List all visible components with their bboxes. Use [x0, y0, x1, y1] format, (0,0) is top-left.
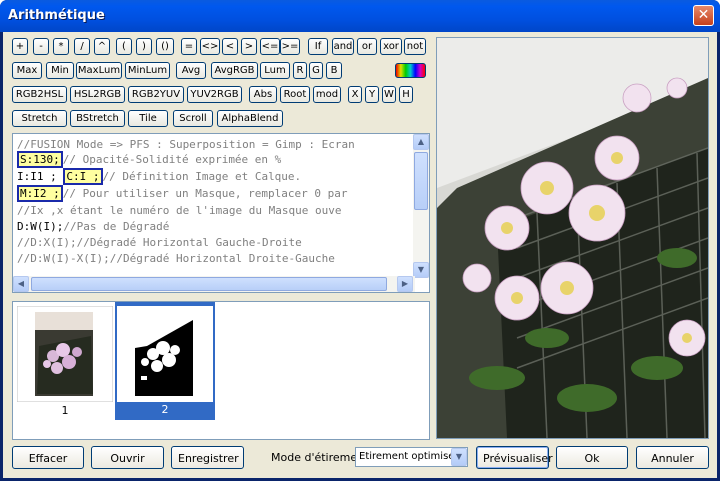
op-if-button[interactable]: If — [308, 38, 328, 55]
preview-image — [436, 37, 709, 439]
thumbnail-label: 1 — [61, 404, 69, 417]
fn-x-button[interactable]: X — [348, 86, 362, 103]
scroll-up-icon[interactable]: ▲ — [413, 134, 429, 150]
fn-r-button[interactable]: R — [293, 62, 307, 79]
code-comment: // Pour utiliser un Masque, remplacer 0 … — [62, 187, 348, 200]
chevron-down-icon[interactable]: ▼ — [451, 448, 467, 466]
code-line: //FUSION Mode => PFS : Superposition = G… — [17, 138, 355, 151]
close-button[interactable]: ✕ — [693, 5, 714, 26]
image-thumbnail-2[interactable]: 2 — [115, 302, 215, 420]
fn-w-button[interactable]: W — [382, 86, 396, 103]
op-or-button[interactable]: or — [357, 38, 377, 55]
fn-max-button[interactable]: Max — [12, 62, 42, 79]
op-greater-button[interactable]: > — [241, 38, 257, 55]
code-line: //Ix ,x étant le numéro de l'image du Ma… — [17, 204, 342, 217]
thumbnail-image — [16, 305, 114, 403]
scroll-right-icon[interactable]: ▶ — [397, 276, 413, 292]
code-line: I:I1 ; C:I ;// Définition Image et Calqu… — [17, 168, 302, 185]
dialog-window: Arithmétique ✕ + - * / ^ ( ) () = <> < >… — [0, 0, 720, 481]
fn-min-button[interactable]: Min — [46, 62, 74, 79]
image-list: 1 2 — [12, 301, 430, 440]
op-equal-button[interactable]: = — [181, 38, 197, 55]
op-parens-button[interactable]: () — [156, 38, 174, 55]
op-less-equal-button[interactable]: <= — [260, 38, 280, 55]
mask-token: M:I2 ; — [17, 185, 63, 202]
cancel-button[interactable]: Annuler — [636, 446, 709, 469]
op-power-button[interactable]: ^ — [94, 38, 110, 55]
clear-button[interactable]: Effacer — [12, 446, 84, 469]
fn-rgb2yuv-button[interactable]: RGB2YUV — [128, 86, 184, 103]
fn-rgb2hsl-button[interactable]: RGB2HSL — [12, 86, 67, 103]
gradient-token: D:W(I); — [17, 220, 64, 233]
fn-stretch-button[interactable]: Stretch — [12, 110, 67, 127]
fn-alphablend-button[interactable]: AlphaBlend — [217, 110, 283, 127]
opacity-token: S:130; — [17, 151, 63, 168]
vertical-scroll-thumb[interactable] — [414, 152, 428, 210]
dialog-client: + - * / ^ ( ) () = <> < > <= >= If and o… — [3, 32, 717, 478]
fn-mod-button[interactable]: mod — [313, 86, 341, 103]
fn-yuv2rgb-button[interactable]: YUV2RGB — [187, 86, 242, 103]
op-close-paren-button[interactable]: ) — [136, 38, 152, 55]
fn-g-button[interactable]: G — [309, 62, 323, 79]
op-not-equal-button[interactable]: <> — [200, 38, 220, 55]
stretch-mode-label: Mode d'étirement — [271, 451, 369, 464]
op-less-button[interactable]: < — [222, 38, 238, 55]
fn-lum-button[interactable]: Lum — [260, 62, 290, 79]
fn-root-button[interactable]: Root — [280, 86, 310, 103]
code-line: //D:W(I)-X(I);//Dégradé Horizontal Droit… — [17, 252, 335, 265]
op-and-button[interactable]: and — [332, 38, 354, 55]
thumbnail-mask-image — [117, 306, 213, 402]
fn-maxlum-button[interactable]: MaxLum — [76, 62, 122, 79]
editor-horizontal-scrollbar[interactable]: ◀ ▶ — [13, 276, 415, 292]
fn-scroll-button[interactable]: Scroll — [173, 110, 213, 127]
title-bar[interactable]: Arithmétique ✕ — [0, 0, 720, 32]
code-line: M:I2 ;// Pour utiliser un Masque, rempla… — [17, 185, 348, 202]
code-comment: // Définition Image et Calque. — [102, 170, 302, 183]
code-line: D:W(I);//Pas de Dégradé — [17, 219, 169, 234]
stretch-mode-select[interactable]: Etirement optimisé ▼ — [355, 447, 468, 467]
op-plus-button[interactable]: + — [12, 38, 28, 55]
op-not-button[interactable]: not — [404, 38, 426, 55]
op-divide-button[interactable]: / — [74, 38, 90, 55]
code-comment: // Opacité-Solidité exprimée en % — [62, 153, 282, 166]
stretch-mode-value: Etirement optimisé — [359, 451, 455, 462]
op-minus-button[interactable]: - — [33, 38, 49, 55]
close-icon: ✕ — [697, 7, 710, 23]
fn-abs-button[interactable]: Abs — [249, 86, 277, 103]
fn-minlum-button[interactable]: MinLum — [125, 62, 170, 79]
op-xor-button[interactable]: xor — [380, 38, 402, 55]
open-button[interactable]: Ouvrir — [91, 446, 164, 469]
formula-editor[interactable]: //FUSION Mode => PFS : Superposition = G… — [12, 133, 430, 293]
scroll-down-icon[interactable]: ▼ — [413, 262, 429, 278]
preview-button[interactable]: Prévisualiser — [476, 446, 553, 469]
save-button[interactable]: Enregistrer — [171, 446, 244, 469]
fn-avgrgb-button[interactable]: AvgRGB — [211, 62, 258, 79]
op-multiply-button[interactable]: * — [53, 38, 69, 55]
fn-bstretch-button[interactable]: BStretch — [70, 110, 125, 127]
code-line: S:130;// Opacité-Solidité exprimée en % — [17, 151, 282, 168]
color-picker-button[interactable] — [395, 63, 426, 78]
scroll-left-icon[interactable]: ◀ — [13, 276, 29, 292]
flower-photo — [437, 38, 708, 438]
ok-button[interactable]: Ok — [556, 446, 628, 469]
window-title: Arithmétique — [8, 8, 105, 23]
image-thumbnail-1[interactable]: 1 — [16, 305, 114, 417]
thumbnail-label: 2 — [161, 403, 169, 416]
fn-h-button[interactable]: H — [399, 86, 413, 103]
fn-y-button[interactable]: Y — [365, 86, 379, 103]
editor-vertical-scrollbar[interactable]: ▲ ▼ — [413, 134, 429, 278]
fn-tile-button[interactable]: Tile — [128, 110, 168, 127]
fn-hsl2rgb-button[interactable]: HSL2RGB — [70, 86, 125, 103]
code-comment: //Pas de Dégradé — [63, 220, 170, 233]
layer-token: C:I ; — [63, 168, 103, 185]
fn-avg-button[interactable]: Avg — [176, 62, 206, 79]
op-greater-equal-button[interactable]: >= — [280, 38, 300, 55]
image-token: I:I1 ; — [17, 170, 57, 183]
code-line: //D:X(I);//Dégradé Horizontal Gauche-Dro… — [17, 236, 302, 249]
horizontal-scroll-thumb[interactable] — [31, 277, 387, 291]
fn-b-button[interactable]: B — [326, 62, 342, 79]
op-open-paren-button[interactable]: ( — [116, 38, 132, 55]
